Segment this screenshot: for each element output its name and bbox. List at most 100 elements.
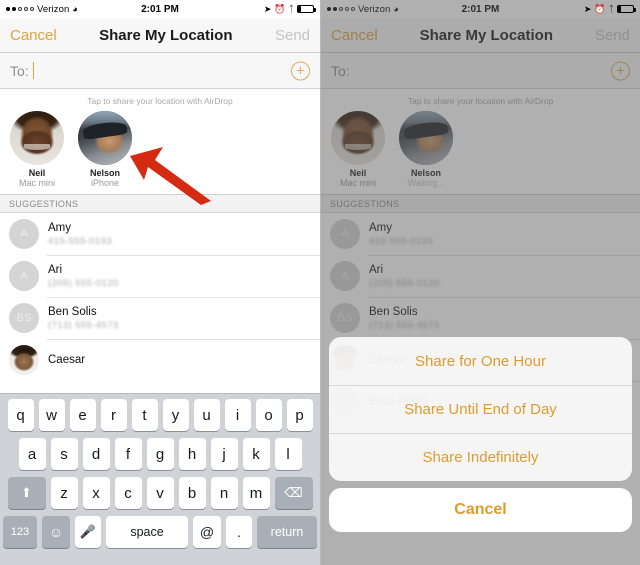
- text-caret: [32, 62, 34, 79]
- period-key[interactable]: .: [226, 516, 252, 548]
- key-w[interactable]: w: [38, 399, 65, 431]
- key-z[interactable]: z: [50, 477, 78, 509]
- key-q[interactable]: q: [7, 399, 34, 431]
- avatar: [78, 111, 132, 165]
- location-arrow-icon: ➤: [263, 3, 272, 14]
- recipient-field[interactable]: To: +: [0, 53, 320, 89]
- key-x[interactable]: x: [82, 477, 110, 509]
- key-d[interactable]: d: [82, 438, 110, 470]
- location-arrow-icon: ➤: [583, 3, 592, 14]
- share-indefinitely-button[interactable]: Share Indefinitely: [329, 433, 632, 481]
- avatar: A: [9, 261, 39, 291]
- bluetooth-icon: ᛏ: [608, 3, 614, 14]
- list-item[interactable]: A Amy 415-555-0193: [0, 213, 320, 255]
- phone-screen-right: Verizon ◕ 2:01 PM ➤ ⏰ ᛏ Cancel Share My …: [320, 0, 640, 565]
- action-sheet-options: Share for One Hour Share Until End of Da…: [329, 337, 632, 481]
- contact-name: Ari: [48, 263, 63, 276]
- key-e[interactable]: e: [69, 399, 96, 431]
- space-key[interactable]: space: [106, 516, 188, 548]
- avatar: BS: [9, 303, 39, 333]
- suggestions-list: A Amy 415-555-0193 A Ari (209) 555-0120 …: [0, 213, 320, 381]
- on-screen-keyboard[interactable]: q w e r t y u i o p a s d f g h j k l ⬆ …: [0, 393, 320, 565]
- key-o[interactable]: o: [255, 399, 282, 431]
- key-f[interactable]: f: [114, 438, 142, 470]
- airdrop-contact-device: Mac mini: [18, 178, 55, 188]
- key-p[interactable]: p: [286, 399, 313, 431]
- status-bar-right: ➤ ⏰ ᛏ: [481, 3, 636, 14]
- navigation-bar: Cancel Share My Location Send: [0, 18, 320, 53]
- key-b[interactable]: b: [178, 477, 206, 509]
- key-n[interactable]: n: [210, 477, 238, 509]
- status-bar-left: Verizon ◕: [6, 4, 160, 15]
- key-k[interactable]: k: [242, 438, 270, 470]
- key-a[interactable]: a: [18, 438, 46, 470]
- alarm-clock-icon: ⏰: [594, 3, 606, 14]
- key-g[interactable]: g: [146, 438, 174, 470]
- airdrop-hint-label: Tap to share your location with AirDrop: [87, 96, 233, 106]
- airdrop-contacts: Neil Mac mini Nelson iPhone: [0, 111, 320, 188]
- action-sheet-cancel-button[interactable]: Cancel: [329, 488, 632, 532]
- key-y[interactable]: y: [162, 399, 189, 431]
- key-u[interactable]: u: [193, 399, 220, 431]
- keyboard-row-3: ⬆ z x c v b n m ⌫: [0, 477, 320, 509]
- key-h[interactable]: h: [178, 438, 206, 470]
- share-one-hour-button[interactable]: Share for One Hour: [329, 337, 632, 385]
- carrier-label: Verizon: [37, 3, 70, 15]
- avatar: [9, 345, 39, 375]
- list-item[interactable]: A Ari (209) 555-0120: [0, 255, 320, 297]
- airdrop-contact-name: Neil: [28, 168, 46, 178]
- airdrop-contact-nelson[interactable]: Nelson iPhone: [76, 111, 134, 188]
- bluetooth-icon: ᛏ: [288, 3, 294, 14]
- keyboard-row-1: q w e r t y u i o p: [0, 399, 320, 431]
- suggestions-header: SUGGESTIONS: [0, 195, 320, 213]
- backspace-icon[interactable]: ⌫: [274, 477, 313, 509]
- key-m[interactable]: m: [242, 477, 270, 509]
- cancel-button[interactable]: Cancel: [10, 27, 57, 44]
- wifi-icon: ◕: [72, 3, 78, 14]
- status-bar: Verizon ◕ 2:01 PM ➤ ⏰ ᛏ: [0, 0, 320, 18]
- contact-name: Amy: [48, 221, 71, 234]
- numbers-key[interactable]: 123: [3, 516, 37, 548]
- contact-number: (713) 555-4573: [48, 319, 119, 331]
- key-i[interactable]: i: [224, 399, 251, 431]
- shift-arrow-icon[interactable]: ⬆: [7, 477, 46, 509]
- contact-number: 415-555-0193: [48, 235, 112, 247]
- contact-number: (209) 555-0120: [48, 277, 119, 289]
- key-c[interactable]: c: [114, 477, 142, 509]
- key-t[interactable]: t: [131, 399, 158, 431]
- battery-icon: [297, 5, 316, 13]
- airdrop-contact-name: Nelson: [89, 168, 120, 178]
- airdrop-contact-device: iPhone: [90, 178, 120, 188]
- list-item[interactable]: BS Ben Solis (713) 555-4573: [0, 297, 320, 339]
- share-until-end-of-day-button[interactable]: Share Until End of Day: [329, 385, 632, 433]
- airdrop-section: Tap to share your location with AirDrop …: [0, 89, 320, 195]
- status-bar-right: ➤ ⏰ ᛏ: [160, 3, 316, 14]
- return-key[interactable]: return: [257, 516, 317, 548]
- list-item[interactable]: Caesar: [0, 339, 320, 381]
- page-title: Share My Location: [99, 26, 233, 44]
- to-label: To:: [10, 62, 29, 79]
- add-contact-button[interactable]: +: [291, 61, 310, 80]
- microphone-icon[interactable]: 🎤: [75, 516, 101, 548]
- alarm-clock-icon: ⏰: [274, 3, 286, 14]
- keyboard-row-4: 123 ☺ 🎤 space @ . return: [0, 516, 320, 548]
- keyboard-row-2: a s d f g h j k l: [0, 438, 320, 470]
- airdrop-contact-neil[interactable]: Neil Mac mini: [8, 111, 66, 188]
- avatar: A: [9, 219, 39, 249]
- side-by-side-screenshots: Verizon ◕ 2:01 PM ➤ ⏰ ᛏ Cancel Share My …: [0, 0, 640, 565]
- key-r[interactable]: r: [100, 399, 127, 431]
- contact-name: Caesar: [48, 354, 86, 366]
- avatar: [10, 111, 64, 165]
- key-j[interactable]: j: [210, 438, 238, 470]
- phone-screen-left: Verizon ◕ 2:01 PM ➤ ⏰ ᛏ Cancel Share My …: [0, 0, 320, 565]
- signal-strength-icon: [6, 7, 34, 11]
- battery-icon: [617, 5, 636, 13]
- at-key[interactable]: @: [193, 516, 221, 548]
- send-button[interactable]: Send: [275, 27, 310, 44]
- emoji-smiley-icon[interactable]: ☺: [42, 516, 70, 548]
- key-v[interactable]: v: [146, 477, 174, 509]
- action-sheet: Share for One Hour Share Until End of Da…: [329, 337, 632, 532]
- key-s[interactable]: s: [50, 438, 78, 470]
- key-l[interactable]: l: [274, 438, 302, 470]
- contact-name: Ben Solis: [48, 305, 97, 318]
